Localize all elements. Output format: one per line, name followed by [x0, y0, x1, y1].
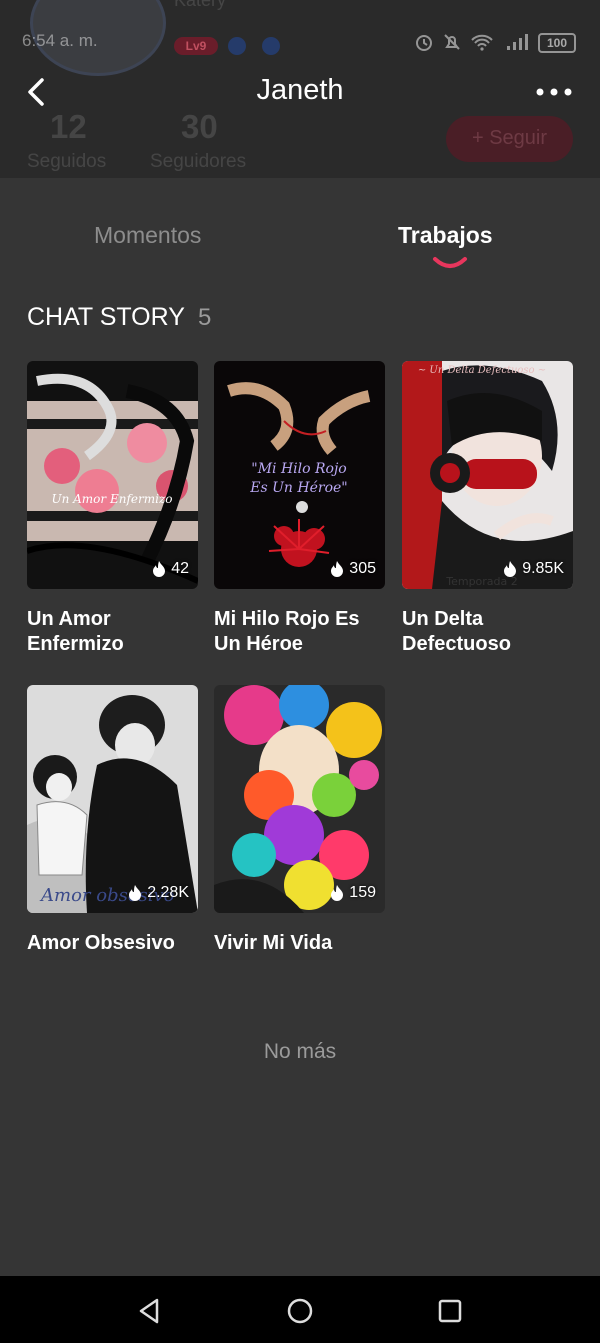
wifi-icon — [471, 34, 493, 51]
svg-text:Un Amor Enfermizo: Un Amor Enfermizo — [51, 492, 172, 506]
status-time: 6:54 a. m. — [22, 31, 98, 50]
flame-icon — [128, 885, 142, 901]
heat-count: 159 — [330, 884, 376, 902]
tab-moments[interactable]: Momentos — [94, 222, 201, 249]
flame-icon — [330, 561, 344, 577]
mute-icon — [444, 34, 460, 50]
story-title[interactable]: Vivir Mi Vida — [214, 931, 385, 956]
section-count: 5 — [198, 304, 212, 331]
follow-button-label: + Seguir — [471, 127, 548, 149]
story-cover-image[interactable]: Amor obsesivo 2.28K — [27, 685, 198, 913]
followers-label: Seguidores — [150, 151, 247, 172]
flame-icon — [330, 885, 344, 901]
system-navigation-bar — [0, 1276, 600, 1343]
shield-badge-icon — [262, 37, 280, 55]
heat-count: 2.28K — [128, 884, 189, 902]
heat-count: 305 — [330, 560, 376, 578]
svg-text:"Mi Hilo Rojo: "Mi Hilo Rojo — [251, 461, 346, 477]
heat-count: 9.85K — [503, 560, 564, 578]
story-cover-image[interactable]: 159 — [214, 685, 385, 913]
follow-button[interactable]: + Seguir — [446, 116, 573, 162]
battery-icon: 100 — [538, 33, 576, 53]
level-badge: Lv9 — [174, 37, 218, 55]
svg-text:Es Un Héroe": Es Un Héroe" — [249, 480, 347, 496]
tab-works[interactable]: Trabajos — [398, 222, 493, 249]
section-title: CHAT STORY — [27, 303, 185, 331]
back-triangle-icon[interactable] — [135, 1296, 165, 1326]
story-title[interactable]: Mi Hilo Rojo Es Un Héroe — [214, 607, 385, 657]
story-cover-image[interactable]: "Mi Hilo Rojo Es Un Héroe" 305 — [214, 361, 385, 589]
story-cover-image[interactable]: Un Amor Enfermizo 42 — [27, 361, 198, 589]
back-arrow-icon[interactable] — [22, 74, 52, 110]
heat-count: 42 — [152, 560, 189, 578]
signal-icon — [507, 34, 528, 50]
following-count: 12 — [50, 108, 87, 145]
profile-header: Katery 6:54 a. m. Lv9 100 Janeth 12 Segu… — [0, 0, 600, 178]
flame-icon — [503, 561, 517, 577]
home-circle-icon[interactable] — [285, 1296, 315, 1326]
story-cover-image[interactable]: ~ Un Delta Defectuoso ~ Temporada 2 9.85… — [402, 361, 573, 589]
flame-icon — [152, 561, 166, 577]
medal-icon — [228, 37, 246, 55]
alarm-icon — [416, 35, 432, 51]
story-title[interactable]: Amor Obsesivo — [27, 931, 198, 956]
recent-apps-square-icon[interactable] — [435, 1296, 465, 1326]
username-background: Katery — [174, 0, 227, 10]
more-options-icon[interactable] — [534, 82, 574, 102]
following-label: Seguidos — [27, 151, 107, 172]
svg-text:~ Un Delta Defectuoso ~: ~ Un Delta Defectuoso ~ — [418, 365, 546, 376]
story-title[interactable]: Un Delta Defectuoso — [402, 607, 573, 657]
page-title: Janeth — [256, 74, 344, 106]
followers-count: 30 — [181, 108, 218, 145]
end-of-list-text: No más — [263, 1040, 337, 1063]
active-tab-indicator — [433, 257, 467, 268]
story-title[interactable]: Un Amor Enfermizo — [27, 607, 198, 657]
